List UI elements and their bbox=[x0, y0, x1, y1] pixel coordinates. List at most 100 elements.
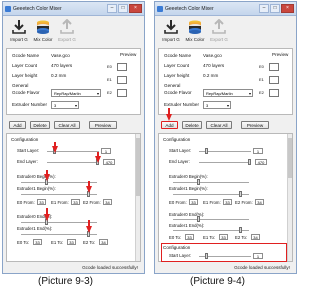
export-icon bbox=[59, 19, 75, 35]
mix-label: Mix Color bbox=[33, 37, 53, 42]
end-layer-input[interactable]: 470 bbox=[255, 159, 267, 165]
start-layer-input[interactable]: 1 bbox=[253, 148, 263, 154]
end-layer-thumb[interactable] bbox=[248, 159, 251, 165]
start-layer-thumb[interactable] bbox=[205, 148, 208, 154]
delete-button[interactable]: Delete bbox=[182, 121, 202, 129]
title-bar: Geeetech Color Mixer – □ × bbox=[3, 2, 144, 16]
start-layer-input[interactable]: 1 bbox=[101, 148, 111, 154]
start-layer-thumb-2[interactable] bbox=[205, 253, 208, 259]
minimize-button[interactable]: – bbox=[259, 4, 269, 13]
gcode-flavor-select[interactable]: RepRap/Marlin ▾ bbox=[203, 89, 253, 97]
e1-from-input[interactable]: 33 bbox=[223, 199, 232, 205]
preview-button[interactable]: Preview bbox=[241, 121, 269, 129]
start-layer-label: Start Layer: bbox=[17, 148, 40, 153]
configuration-title: Configuration bbox=[11, 137, 39, 142]
extruder1-end-slider[interactable] bbox=[173, 230, 249, 231]
extruder1-begin-slider[interactable] bbox=[173, 194, 249, 195]
close-button[interactable]: × bbox=[129, 4, 142, 13]
layer-count-label: Layer Count bbox=[164, 63, 190, 68]
import-label: Import G bbox=[162, 37, 180, 42]
import-gcode-button[interactable]: Import G bbox=[161, 19, 181, 49]
e2-to-label: E2 To: bbox=[83, 240, 96, 245]
configuration-title-2: Configuration bbox=[163, 245, 191, 250]
gcode-info-panel: Gcode Name Vase.gco Preview Layer Count … bbox=[158, 48, 293, 115]
e2-to-input[interactable]: 34 bbox=[99, 239, 108, 245]
scrollbar-thumb[interactable] bbox=[288, 138, 292, 178]
toolbar: Import G Mix Color Export G bbox=[3, 16, 144, 49]
e2-from-input[interactable]: 34 bbox=[103, 199, 112, 205]
e1-preview-checkbox[interactable] bbox=[269, 76, 279, 84]
extruder0-begin-slider[interactable] bbox=[21, 182, 97, 183]
extruder0-end-slider[interactable] bbox=[21, 222, 97, 223]
mix-color-icon bbox=[187, 19, 203, 35]
end-layer-input[interactable]: 470 bbox=[103, 159, 115, 165]
extruder-number-select[interactable]: 3 ▾ bbox=[51, 101, 79, 109]
e0-from-input[interactable]: 33 bbox=[37, 199, 46, 205]
export-label: Export G bbox=[210, 37, 228, 42]
maximize-button[interactable]: □ bbox=[270, 4, 280, 13]
chevron-down-icon: ▾ bbox=[96, 91, 99, 96]
extruder1-begin-slider[interactable] bbox=[21, 194, 97, 195]
extruder1-begin-label: Extruder1 Begin(%): bbox=[169, 186, 208, 191]
e2-to-input[interactable]: 34 bbox=[251, 234, 260, 240]
e1-from-input[interactable]: 33 bbox=[71, 199, 80, 205]
gcode-flavor-value: RepRap/Marlin bbox=[54, 91, 81, 96]
e2-preview-checkbox[interactable] bbox=[269, 89, 279, 97]
preview-header: Preview bbox=[272, 52, 289, 57]
e1-to-input[interactable]: 33 bbox=[219, 234, 228, 240]
e1-label: E1 bbox=[259, 77, 264, 82]
extruder1-begin-thumb[interactable] bbox=[239, 191, 242, 197]
extruder-number-label: Extruder Number bbox=[164, 102, 199, 107]
add-button[interactable]: Add bbox=[161, 121, 178, 129]
scrollbar-thumb[interactable] bbox=[136, 138, 140, 196]
extruder1-begin-label: Extruder1 Begin(%): bbox=[17, 186, 56, 191]
end-layer-slider[interactable] bbox=[199, 162, 251, 163]
extruder0-begin-slider[interactable] bbox=[173, 182, 249, 183]
configuration-title: Configuration bbox=[163, 137, 191, 142]
config-scrollbar[interactable] bbox=[287, 134, 292, 261]
e0-preview-checkbox[interactable] bbox=[117, 63, 127, 71]
annotation-arrow-icon bbox=[166, 114, 172, 121]
configuration-panel: Configuration Start Layer: 1 End Layer: … bbox=[158, 133, 293, 262]
extruder-number-select[interactable]: 3 ▾ bbox=[203, 101, 231, 109]
mix-color-button[interactable]: Mix Color bbox=[185, 19, 205, 49]
maximize-button[interactable]: □ bbox=[118, 4, 128, 13]
start-layer-input-2[interactable]: 1 bbox=[253, 253, 263, 259]
extruder0-begin-thumb[interactable] bbox=[197, 179, 200, 185]
export-gcode-button[interactable]: Export G bbox=[57, 19, 77, 49]
close-button[interactable]: × bbox=[281, 4, 294, 13]
extruder1-end-slider[interactable] bbox=[21, 234, 97, 235]
e0-from-label: E0 From: bbox=[169, 200, 187, 205]
clear-all-button[interactable]: Clear All bbox=[54, 121, 80, 129]
start-layer-label-2: Start Layer: bbox=[169, 253, 192, 258]
mix-color-button[interactable]: Mix Color bbox=[33, 19, 53, 49]
clear-all-button[interactable]: Clear All bbox=[206, 121, 232, 129]
e2-from-input[interactable]: 34 bbox=[255, 199, 264, 205]
export-gcode-button[interactable]: Export G bbox=[209, 19, 229, 49]
e2-preview-checkbox[interactable] bbox=[117, 89, 127, 97]
e0-from-input[interactable]: 33 bbox=[189, 199, 198, 205]
end-layer-slider[interactable] bbox=[47, 162, 99, 163]
e0-to-input[interactable]: 33 bbox=[33, 239, 42, 245]
extruder0-end-slider[interactable] bbox=[173, 219, 249, 220]
gcode-flavor-select[interactable]: RepRap/Marlin ▾ bbox=[51, 89, 101, 97]
end-layer-label: End Layer: bbox=[17, 159, 38, 164]
preview-button[interactable]: Preview bbox=[89, 121, 117, 129]
e1-preview-checkbox[interactable] bbox=[117, 76, 127, 84]
e1-label: E1 bbox=[107, 77, 112, 82]
e0-to-input[interactable]: 33 bbox=[185, 234, 194, 240]
extruder1-end-thumb[interactable] bbox=[239, 227, 242, 233]
layer-count-label: Layer Count bbox=[12, 63, 38, 68]
toolbar: Import G Mix Color Export G bbox=[155, 16, 296, 49]
e0-preview-checkbox[interactable] bbox=[269, 63, 279, 71]
config-scrollbar[interactable] bbox=[135, 134, 140, 261]
extruder0-end-thumb[interactable] bbox=[197, 216, 200, 222]
e1-to-input[interactable]: 33 bbox=[67, 239, 76, 245]
import-gcode-button[interactable]: Import G bbox=[9, 19, 29, 49]
preview-header: Preview bbox=[120, 52, 137, 57]
layer-height-label: Layer height bbox=[12, 73, 38, 78]
delete-button[interactable]: Delete bbox=[30, 121, 50, 129]
minimize-button[interactable]: – bbox=[107, 4, 117, 13]
e1-to-label: E1 To: bbox=[51, 240, 64, 245]
add-button[interactable]: Add bbox=[9, 121, 26, 129]
